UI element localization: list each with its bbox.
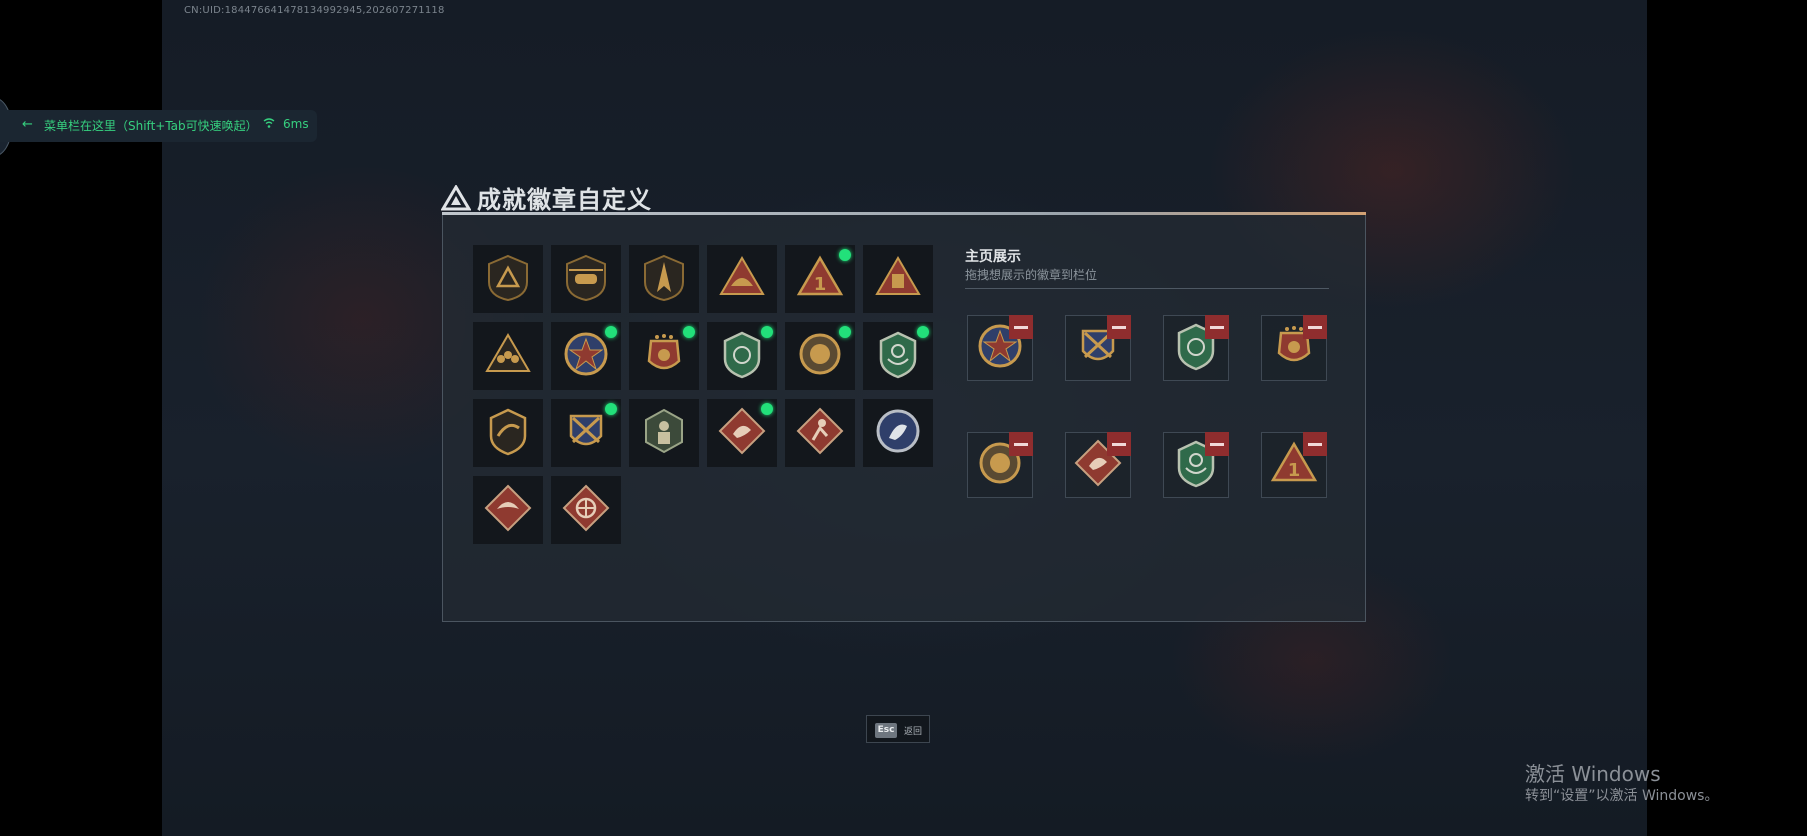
wifi-icon xyxy=(263,117,275,132)
crossed-rifles-badge-icon xyxy=(561,406,611,460)
uid-label: CN:UID:1844766414781349​92945,2026072711… xyxy=(184,5,445,16)
wheel-diamond-badge-icon xyxy=(561,483,611,537)
showcase-slot[interactable] xyxy=(1065,432,1131,498)
page-title: 成就徽章自定义 xyxy=(477,186,652,214)
minus-icon xyxy=(1014,442,1028,446)
arrowhead-badge-icon xyxy=(639,252,689,306)
badge-cell[interactable] xyxy=(473,245,543,313)
eagle-diamond-badge-icon xyxy=(483,483,533,537)
badge-cell[interactable] xyxy=(707,322,777,390)
badge-cell[interactable] xyxy=(707,245,777,313)
hexagon-soldier-badge-icon xyxy=(639,406,689,460)
arrow-left-icon: ← xyxy=(22,117,33,132)
new-indicator-dot xyxy=(761,326,773,338)
remove-badge-button[interactable] xyxy=(1303,315,1327,339)
showcase-slot[interactable] xyxy=(967,315,1033,381)
badge-cell[interactable] xyxy=(551,399,621,467)
minus-icon xyxy=(1112,325,1126,329)
remove-badge-button[interactable] xyxy=(1107,315,1131,339)
green-shield-badge-icon xyxy=(717,329,767,383)
badge-cell[interactable] xyxy=(629,322,699,390)
showcase-slot[interactable]: 1 xyxy=(1261,432,1327,498)
star-crest-badge-icon xyxy=(561,329,611,383)
menu-bar-hint-text: 菜单栏在这里（Shift+Tab可快速唤起） xyxy=(44,119,258,133)
squad-badge-icon xyxy=(483,329,533,383)
new-indicator-dot xyxy=(839,326,851,338)
showcase-title: 主页展示 xyxy=(965,249,1021,265)
new-indicator-dot xyxy=(761,403,773,415)
badge-cell[interactable] xyxy=(863,322,933,390)
badge-cell[interactable] xyxy=(629,399,699,467)
new-indicator-dot xyxy=(683,326,695,338)
remove-badge-button[interactable] xyxy=(1107,432,1131,456)
latency-value: 6ms xyxy=(283,117,309,131)
panel-accent-line xyxy=(442,212,1366,215)
round-crest-badge-icon xyxy=(795,329,845,383)
badge-cell[interactable] xyxy=(863,399,933,467)
triangle-emblem-badge-icon xyxy=(483,252,533,306)
back-label: 返回 xyxy=(904,727,923,737)
page-header: 成就徽章自定义 xyxy=(441,180,652,215)
showcase-divider xyxy=(965,288,1329,289)
showcase-slot[interactable] xyxy=(1163,315,1229,381)
badge-cell[interactable] xyxy=(863,245,933,313)
remove-badge-button[interactable] xyxy=(1303,432,1327,456)
minus-icon xyxy=(1112,442,1126,446)
new-indicator-dot xyxy=(839,249,851,261)
triangle-logo-icon xyxy=(441,184,471,210)
number-one-badge-icon: 1 xyxy=(795,252,845,306)
badge-cell[interactable] xyxy=(785,399,855,467)
minus-icon xyxy=(1210,325,1224,329)
badge-cell[interactable] xyxy=(551,322,621,390)
badge-cell[interactable] xyxy=(551,476,621,544)
remove-badge-button[interactable] xyxy=(1009,432,1033,456)
showcase-slot[interactable] xyxy=(967,432,1033,498)
badge-cell[interactable] xyxy=(473,399,543,467)
beast-circle-badge-icon xyxy=(873,406,923,460)
remove-badge-button[interactable] xyxy=(1205,432,1229,456)
new-indicator-dot xyxy=(605,326,617,338)
badge-cell[interactable] xyxy=(707,399,777,467)
back-button[interactable]: Esc 返回 xyxy=(866,715,930,743)
runner-diamond-badge-icon xyxy=(795,406,845,460)
showcase-slot[interactable] xyxy=(1261,315,1327,381)
showcase-slot[interactable] xyxy=(1065,315,1131,381)
badge-cell[interactable] xyxy=(785,322,855,390)
badge-cell[interactable] xyxy=(551,245,621,313)
dragon-diamond-badge-icon xyxy=(717,406,767,460)
tent-badge-icon xyxy=(717,252,767,306)
badge-cell[interactable] xyxy=(473,476,543,544)
badge-cell[interactable] xyxy=(473,322,543,390)
helicopter-badge-icon xyxy=(561,252,611,306)
badge-cell[interactable] xyxy=(629,245,699,313)
minus-icon xyxy=(1210,442,1224,446)
green-laurel-badge-icon xyxy=(873,329,923,383)
winged-medal-badge-icon xyxy=(639,329,689,383)
svg-text:1: 1 xyxy=(1288,460,1301,481)
new-indicator-dot xyxy=(605,403,617,415)
windows-activation-title: 激活 Windows xyxy=(1525,762,1661,786)
showcase-slot[interactable] xyxy=(1163,432,1229,498)
windows-activation-subtitle: 转到“设置”以激活 Windows。 xyxy=(1525,788,1719,804)
minus-icon xyxy=(1308,442,1322,446)
minus-icon xyxy=(1014,325,1028,329)
minus-icon xyxy=(1308,325,1322,329)
remove-badge-button[interactable] xyxy=(1205,315,1229,339)
showcase-subtitle: 拖拽想展示的徽章到栏位 xyxy=(965,268,1098,282)
supply-badge-icon xyxy=(873,252,923,306)
claw-shield-badge-icon xyxy=(483,406,533,460)
new-indicator-dot xyxy=(917,326,929,338)
esc-key: Esc xyxy=(875,723,897,738)
remove-badge-button[interactable] xyxy=(1009,315,1033,339)
svg-text:1: 1 xyxy=(814,274,827,295)
badge-cell[interactable]: 1 xyxy=(785,245,855,313)
